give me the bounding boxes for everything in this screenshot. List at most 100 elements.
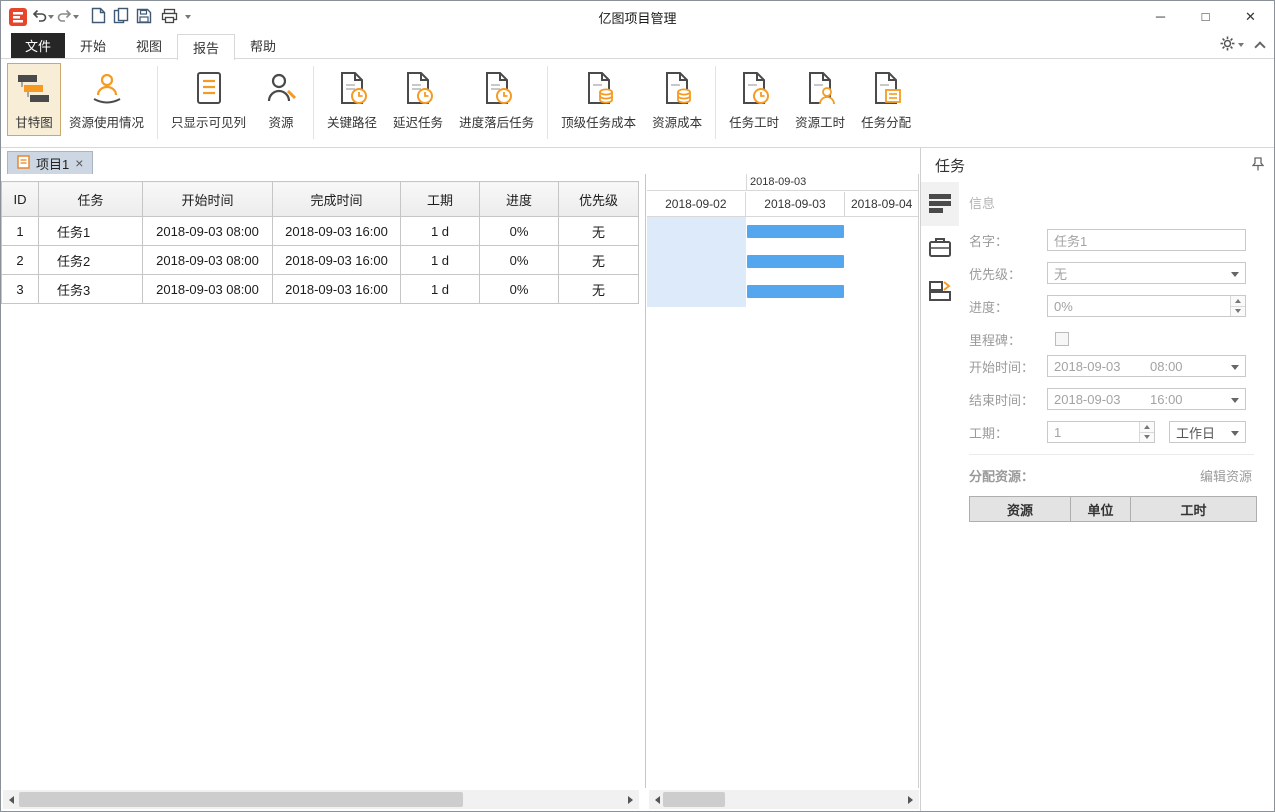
cell-finish[interactable]: 2018-09-03 16:00: [273, 217, 401, 246]
milestone-checkbox[interactable]: [1055, 332, 1069, 346]
pin-panel-button[interactable]: [1252, 157, 1264, 174]
col-header-start[interactable]: 开始时间: [143, 182, 273, 217]
priority-select[interactable]: 无: [1047, 262, 1246, 284]
task-assign-button[interactable]: 任务分配: [853, 63, 919, 136]
resource-hours-button[interactable]: 资源工时: [787, 63, 853, 136]
scroll-right-button[interactable]: [622, 790, 639, 809]
open-document-button[interactable]: [111, 5, 131, 29]
cell-finish[interactable]: 2018-09-03 16:00: [273, 246, 401, 275]
undo-dropdown-caret-icon[interactable]: [48, 15, 54, 19]
resources-button[interactable]: 资源: [254, 63, 308, 136]
col-header-progress[interactable]: 进度: [480, 182, 559, 217]
undo-button[interactable]: [32, 9, 54, 26]
resource-box-view-button[interactable]: [921, 226, 959, 270]
print-button[interactable]: [161, 8, 178, 27]
cell-id[interactable]: 1: [2, 217, 39, 246]
cell-duration[interactable]: 1 d: [401, 275, 480, 304]
task-info-view-button[interactable]: [921, 182, 959, 226]
tab-help[interactable]: 帮助: [235, 33, 291, 58]
task-hours-button[interactable]: 任务工时: [721, 63, 787, 136]
scrollbar-thumb[interactable]: [19, 792, 463, 807]
maximize-button[interactable]: □: [1183, 2, 1228, 31]
cell-duration[interactable]: 1 d: [401, 246, 480, 275]
resource-cost-button[interactable]: 资源成本: [644, 63, 710, 136]
cell-start[interactable]: 2018-09-03 08:00: [143, 275, 273, 304]
chevron-down-icon[interactable]: [1231, 398, 1239, 403]
progress-spinner[interactable]: [1230, 296, 1245, 316]
close-button[interactable]: ✕: [1228, 2, 1273, 31]
task-assignment-view-button[interactable]: [921, 270, 959, 314]
col-header-task[interactable]: 任务: [39, 182, 143, 217]
settings-button[interactable]: [1220, 36, 1244, 54]
save-button[interactable]: [134, 5, 154, 29]
redo-button[interactable]: [57, 9, 79, 26]
col-header-finish[interactable]: 完成时间: [273, 182, 401, 217]
document-tab-close-icon[interactable]: ×: [75, 156, 83, 170]
spin-up-icon[interactable]: [1140, 422, 1154, 433]
cell-progress[interactable]: 0%: [480, 217, 559, 246]
file-menu-button[interactable]: 文件: [11, 33, 65, 58]
spin-down-icon[interactable]: [1231, 307, 1245, 317]
duration-spinner[interactable]: [1139, 422, 1154, 442]
spin-up-icon[interactable]: [1231, 296, 1245, 307]
progress-stepper[interactable]: 0%: [1047, 295, 1246, 317]
scroll-left-button[interactable]: [3, 790, 20, 809]
end-time-select[interactable]: 2018-09-03 16:00: [1047, 388, 1246, 410]
gantt-bar-task3[interactable]: [747, 285, 844, 298]
chevron-down-icon[interactable]: [1231, 365, 1239, 370]
visible-columns-button[interactable]: 只显示可见列: [163, 63, 254, 136]
col-header-priority[interactable]: 优先级: [559, 182, 639, 217]
redo-dropdown-caret-icon[interactable]: [73, 15, 79, 19]
minimize-button[interactable]: ─: [1138, 2, 1183, 31]
top-task-cost-button[interactable]: 顶级任务成本: [553, 63, 644, 136]
cell-duration[interactable]: 1 d: [401, 217, 480, 246]
duration-stepper[interactable]: 1: [1047, 421, 1155, 443]
gantt-horizontal-scrollbar[interactable]: [649, 790, 919, 809]
cell-task[interactable]: 任务3: [39, 275, 143, 304]
behind-schedule-tasks-button[interactable]: 进度落后任务: [451, 63, 542, 136]
duration-unit-select[interactable]: 工作日: [1169, 421, 1246, 443]
cell-start[interactable]: 2018-09-03 08:00: [143, 246, 273, 275]
tab-view[interactable]: 视图: [121, 33, 177, 58]
resource-usage-button[interactable]: 资源使用情况: [61, 63, 152, 136]
col-header-duration[interactable]: 工期: [401, 182, 480, 217]
cell-priority[interactable]: 无: [559, 217, 639, 246]
critical-path-button[interactable]: 关键路径: [319, 63, 385, 136]
cell-priority[interactable]: 无: [559, 246, 639, 275]
qat-customize-caret-icon[interactable]: [185, 15, 191, 19]
end-time-field-row: 结束时间： 2018-09-03 16:00: [959, 388, 1275, 410]
start-time-select[interactable]: 2018-09-03 08:00: [1047, 355, 1246, 377]
name-input[interactable]: 任务1: [1047, 229, 1246, 251]
cell-priority[interactable]: 无: [559, 275, 639, 304]
ribbon-separator: [313, 66, 314, 139]
document-tab-project1[interactable]: 项目1 ×: [7, 151, 93, 174]
table-horizontal-scrollbar[interactable]: [3, 790, 639, 809]
gantt-bar-task2[interactable]: [747, 255, 844, 268]
chevron-down-icon[interactable]: [1231, 431, 1239, 436]
scroll-right-button[interactable]: [902, 790, 919, 809]
chevron-down-icon[interactable]: [1231, 272, 1239, 277]
edit-resources-link[interactable]: 编辑资源: [1200, 466, 1252, 485]
cell-progress[interactable]: 0%: [480, 246, 559, 275]
col-header-id[interactable]: ID: [2, 182, 39, 217]
tab-report[interactable]: 报告: [177, 34, 235, 60]
table-row[interactable]: 2 任务2 2018-09-03 08:00 2018-09-03 16:00 …: [2, 246, 639, 275]
cell-id[interactable]: 2: [2, 246, 39, 275]
gantt-view-button[interactable]: 甘特图: [7, 63, 61, 136]
scrollbar-thumb[interactable]: [663, 792, 725, 807]
cell-task[interactable]: 任务1: [39, 217, 143, 246]
gantt-bar-task1[interactable]: [747, 225, 844, 238]
new-document-button[interactable]: [88, 5, 108, 29]
cell-progress[interactable]: 0%: [480, 275, 559, 304]
delayed-tasks-button[interactable]: 延迟任务: [385, 63, 451, 136]
tab-home[interactable]: 开始: [65, 33, 121, 58]
collapse-ribbon-button[interactable]: [1256, 39, 1264, 51]
cell-task[interactable]: 任务2: [39, 246, 143, 275]
spin-down-icon[interactable]: [1140, 433, 1154, 443]
table-row[interactable]: 3 任务3 2018-09-03 08:00 2018-09-03 16:00 …: [2, 275, 639, 304]
table-row[interactable]: 1 任务1 2018-09-03 08:00 2018-09-03 16:00 …: [2, 217, 639, 246]
cell-start[interactable]: 2018-09-03 08:00: [143, 217, 273, 246]
cell-finish[interactable]: 2018-09-03 16:00: [273, 275, 401, 304]
cell-id[interactable]: 3: [2, 275, 39, 304]
quick-access-toolbar: [7, 1, 191, 33]
